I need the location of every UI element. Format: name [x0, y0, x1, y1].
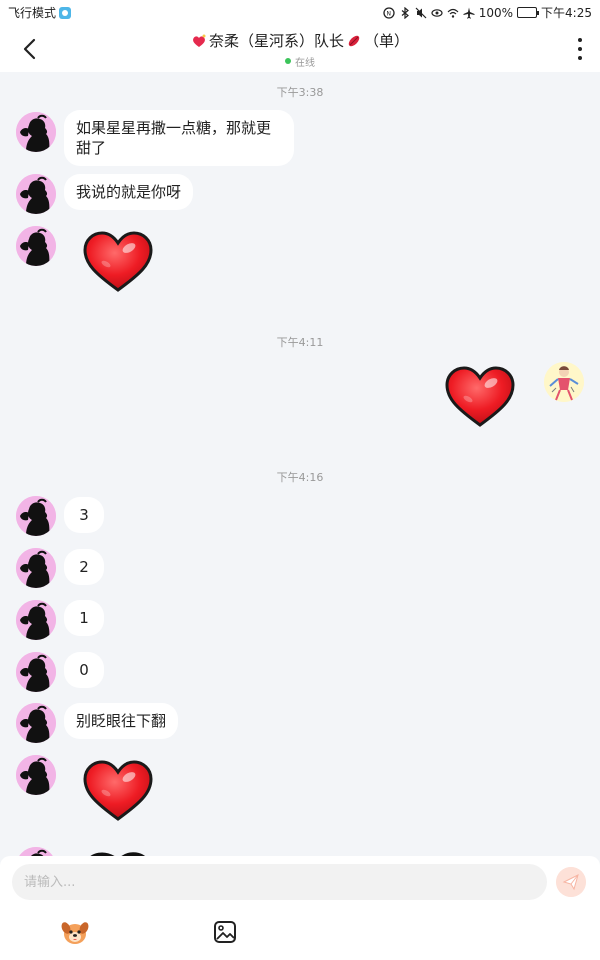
composer-bar [0, 856, 600, 960]
emoji-button[interactable] [61, 918, 89, 946]
message-list[interactable]: 下午3:38 如果星星再撒一点糖，那就更甜了 我说的就是你呀 下午4:11 下午… [0, 72, 600, 856]
online-status: 在线 [0, 54, 600, 69]
nfc-icon: N [383, 6, 395, 19]
more-options-button[interactable] [576, 38, 584, 60]
dot-icon [578, 47, 582, 51]
mute-icon [415, 7, 427, 18]
timestamp: 下午3:38 [276, 86, 324, 99]
contact-avatar[interactable] [16, 226, 56, 266]
lipstick-kiss-icon [348, 35, 360, 46]
svg-text:N: N [386, 10, 391, 17]
status-time: 下午4:25 [541, 6, 592, 20]
message-bubble[interactable]: 2 [64, 549, 104, 585]
status-bar: 飞行模式 N 100% 下午4:25 [0, 0, 600, 24]
contact-avatar[interactable] [16, 755, 56, 795]
battery-percent: 100% [478, 5, 514, 20]
send-button[interactable] [556, 867, 586, 897]
heart-sticker[interactable] [82, 759, 154, 823]
contact-avatar[interactable] [16, 496, 56, 536]
contact-avatar[interactable] [16, 600, 56, 640]
message-bubble[interactable]: 3 [64, 497, 104, 533]
chat-title-text: 奈柔（星河系）队长 [208, 32, 344, 50]
contact-avatar[interactable] [16, 112, 56, 152]
chat-title: 奈柔（星河系）队长 （单） [191, 30, 409, 51]
online-dot-icon [285, 58, 291, 64]
dot-icon [578, 56, 582, 60]
image-button[interactable] [211, 918, 239, 946]
battery-icon [517, 7, 540, 18]
online-status-label: 在线 [295, 57, 315, 69]
contact-avatar[interactable] [16, 703, 56, 743]
contact-avatar[interactable] [16, 847, 56, 856]
my-avatar[interactable] [544, 362, 584, 402]
heart-sticker[interactable] [444, 365, 516, 429]
message-bubble[interactable]: 0 [64, 652, 104, 688]
heart-sticker[interactable] [82, 230, 154, 294]
message-bubble[interactable]: 我说的就是你呀 [64, 174, 194, 210]
message-bubble[interactable]: 1 [64, 600, 104, 636]
airplane-icon [463, 7, 475, 19]
contact-avatar[interactable] [16, 548, 56, 588]
contact-avatar[interactable] [16, 652, 56, 692]
timestamp: 下午4:16 [276, 471, 324, 484]
app-badge-icon [59, 6, 72, 19]
heart-sparkle-icon [193, 34, 206, 47]
message-bubble[interactable]: 如果星星再撒一点糖，那就更甜了 [64, 110, 294, 166]
chat-title-suffix: （单） [364, 32, 410, 50]
timestamp: 下午4:11 [276, 336, 324, 349]
contact-avatar[interactable] [16, 174, 56, 214]
eye-icon [431, 8, 443, 17]
dot-icon [578, 38, 582, 42]
chat-header: 奈柔（星河系）队长 （单） 在线 [0, 24, 600, 72]
airplane-mode-label: 飞行模式 [8, 6, 57, 20]
bluetooth-icon [401, 6, 409, 19]
message-input[interactable] [12, 864, 547, 900]
message-bubble[interactable]: 别眨眼往下翻 [64, 703, 179, 739]
wifi-icon [447, 8, 459, 18]
